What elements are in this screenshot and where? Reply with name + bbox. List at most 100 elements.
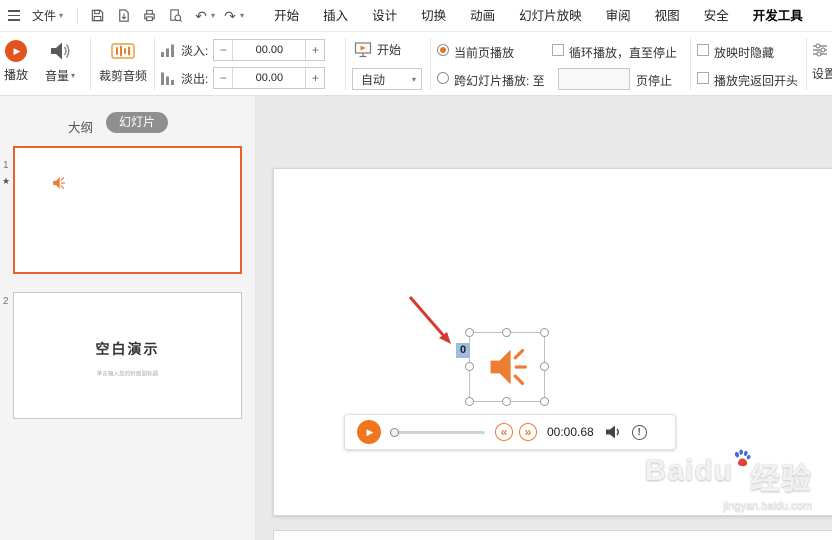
selection-handle[interactable] xyxy=(465,362,474,371)
save-button[interactable] xyxy=(84,3,110,29)
trim-audio-button[interactable]: 裁剪音频 xyxy=(97,39,149,84)
audio-player-bar: ▶ « » 00:00.68 ! xyxy=(344,414,676,450)
start-mode-select[interactable]: 自动 ▾ xyxy=(352,68,422,90)
chevron-down-icon: ▾ xyxy=(71,71,76,80)
slide-2-number: 2 xyxy=(3,296,9,307)
player-play-button[interactable]: ▶ xyxy=(357,420,381,444)
save-icon xyxy=(91,9,103,22)
tab-design[interactable]: 设计 xyxy=(360,0,409,32)
divider xyxy=(90,38,91,90)
tab-slides[interactable]: 幻灯片 xyxy=(106,112,168,133)
seek-bar[interactable] xyxy=(390,427,485,437)
play-audio-button[interactable]: ▶ 播放 xyxy=(1,40,31,83)
volume-button[interactable]: 音量 ▾ xyxy=(34,39,86,84)
fade-out-value[interactable]: 00.00 xyxy=(233,68,305,88)
tab-insert[interactable]: 插入 xyxy=(311,0,360,32)
settings-button[interactable]: 设置 xyxy=(812,42,832,82)
fade-in-label: 淡入: xyxy=(181,43,209,58)
settings-label: 设置 xyxy=(812,67,832,81)
decrease-button[interactable]: − xyxy=(214,40,234,60)
fade-out-label: 淡出: xyxy=(181,71,209,86)
tab-security[interactable]: 安全 xyxy=(692,0,741,32)
next-slide-edge xyxy=(273,530,832,540)
start-mode-group: 开始 xyxy=(354,41,401,58)
undo-options-chevron-icon[interactable]: ▾ xyxy=(211,11,215,20)
selection-handle[interactable] xyxy=(502,397,511,406)
radio-play-across-label[interactable]: 跨幻灯片播放: 至 xyxy=(454,72,545,89)
fade-out-icon xyxy=(161,72,174,85)
checkbox-hide-during-show[interactable] xyxy=(697,44,709,56)
volume-label: 音量 xyxy=(44,69,69,83)
divider xyxy=(690,38,691,90)
checkbox-loop-label[interactable]: 循环播放，直至停止 xyxy=(569,44,677,61)
app-menu-icon[interactable] xyxy=(0,0,24,32)
quick-access-chevron-icon[interactable]: ▾ xyxy=(240,11,244,20)
radio-play-across-slides[interactable] xyxy=(437,72,449,84)
chevron-down-icon: ▾ xyxy=(59,11,64,20)
tab-view[interactable]: 视图 xyxy=(643,0,692,32)
fade-in-value[interactable]: 00.00 xyxy=(233,40,305,60)
checkbox-loop-until-stop[interactable] xyxy=(552,44,564,56)
seek-handle[interactable] xyxy=(390,427,399,437)
volume-button[interactable] xyxy=(604,424,622,440)
watermark: Baidu 经验 jingyan.baidu.com xyxy=(644,449,812,512)
play-icon: ▶ xyxy=(366,426,374,437)
settings-icon xyxy=(813,43,827,57)
slide-2-title: 空白演示 xyxy=(95,341,160,357)
checkbox-rewind-label[interactable]: 播放完返回开头 xyxy=(714,72,798,89)
volume-icon xyxy=(605,425,619,439)
audio-icon xyxy=(51,176,66,190)
play-audio-label: 播放 xyxy=(3,68,28,82)
radio-play-current-label[interactable]: 当前页播放 xyxy=(454,44,514,61)
increase-button[interactable]: + xyxy=(305,68,324,88)
audio-object-selection[interactable] xyxy=(465,328,549,406)
file-menu[interactable]: 文件 ▾ xyxy=(24,0,71,32)
selection-handle[interactable] xyxy=(465,328,474,337)
audio-order-badge: 0 xyxy=(456,343,470,358)
fade-in-icon xyxy=(161,44,174,57)
tab-transition[interactable]: 切换 xyxy=(409,0,458,32)
tab-home[interactable]: 开始 xyxy=(262,0,311,32)
divider xyxy=(345,38,346,90)
start-mode-value: 自动 xyxy=(361,72,386,87)
divider xyxy=(430,38,431,90)
ribbon-tabs: 开始 插入 设计 切换 动画 幻灯片放映 审阅 视图 安全 开发工具 xyxy=(262,0,815,32)
divider xyxy=(154,38,155,90)
info-icon[interactable]: ! xyxy=(631,424,647,440)
selection-handle[interactable] xyxy=(540,328,549,337)
print-preview-button[interactable] xyxy=(162,3,188,29)
slide-2-subtitle: 单击输入您的封面副标题 xyxy=(96,371,159,378)
play-icon: ▶ xyxy=(5,40,27,62)
skip-back-button[interactable]: « xyxy=(495,423,513,441)
skip-forward-button[interactable]: » xyxy=(519,423,537,441)
selection-handle[interactable] xyxy=(465,397,474,406)
playback-time: 00:00.68 xyxy=(547,425,594,439)
selection-handle[interactable] xyxy=(540,397,549,406)
fade-in-stepper: − 00.00 + xyxy=(213,39,326,61)
selection-handle[interactable] xyxy=(540,362,549,371)
watermark-brand-cn: 经验 xyxy=(750,463,812,496)
slide-thumbnail-2[interactable]: 空白演示 单击输入您的封面副标题 xyxy=(13,292,242,419)
selection-handle[interactable] xyxy=(502,328,511,337)
print-preview-icon xyxy=(169,9,182,22)
across-slides-page-input[interactable] xyxy=(558,68,630,90)
file-menu-label: 文件 xyxy=(32,9,57,23)
tab-slideshow[interactable]: 幻灯片放映 xyxy=(507,0,594,32)
baidu-paw-icon xyxy=(732,448,752,468)
trim-audio-label: 裁剪音频 xyxy=(98,69,147,83)
increase-button[interactable]: + xyxy=(305,40,324,60)
tab-devtools[interactable]: 开发工具 xyxy=(741,0,815,32)
tab-outline[interactable]: 大纲 xyxy=(68,117,93,136)
checkbox-hide-label[interactable]: 放映时隐藏 xyxy=(714,44,774,61)
watermark-url: jingyan.baidu.com xyxy=(723,500,812,512)
tab-animation[interactable]: 动画 xyxy=(458,0,507,32)
decrease-button[interactable]: − xyxy=(214,68,234,88)
slide-thumbnail-1[interactable] xyxy=(13,146,242,274)
print-button[interactable] xyxy=(136,3,162,29)
export-pdf-button[interactable] xyxy=(110,3,136,29)
checkbox-rewind-after-play[interactable] xyxy=(697,72,709,84)
tab-review[interactable]: 审阅 xyxy=(594,0,643,32)
watermark-brand-en: Baidu xyxy=(644,454,733,487)
radio-play-current-page[interactable] xyxy=(437,44,449,56)
print-icon xyxy=(143,9,155,22)
